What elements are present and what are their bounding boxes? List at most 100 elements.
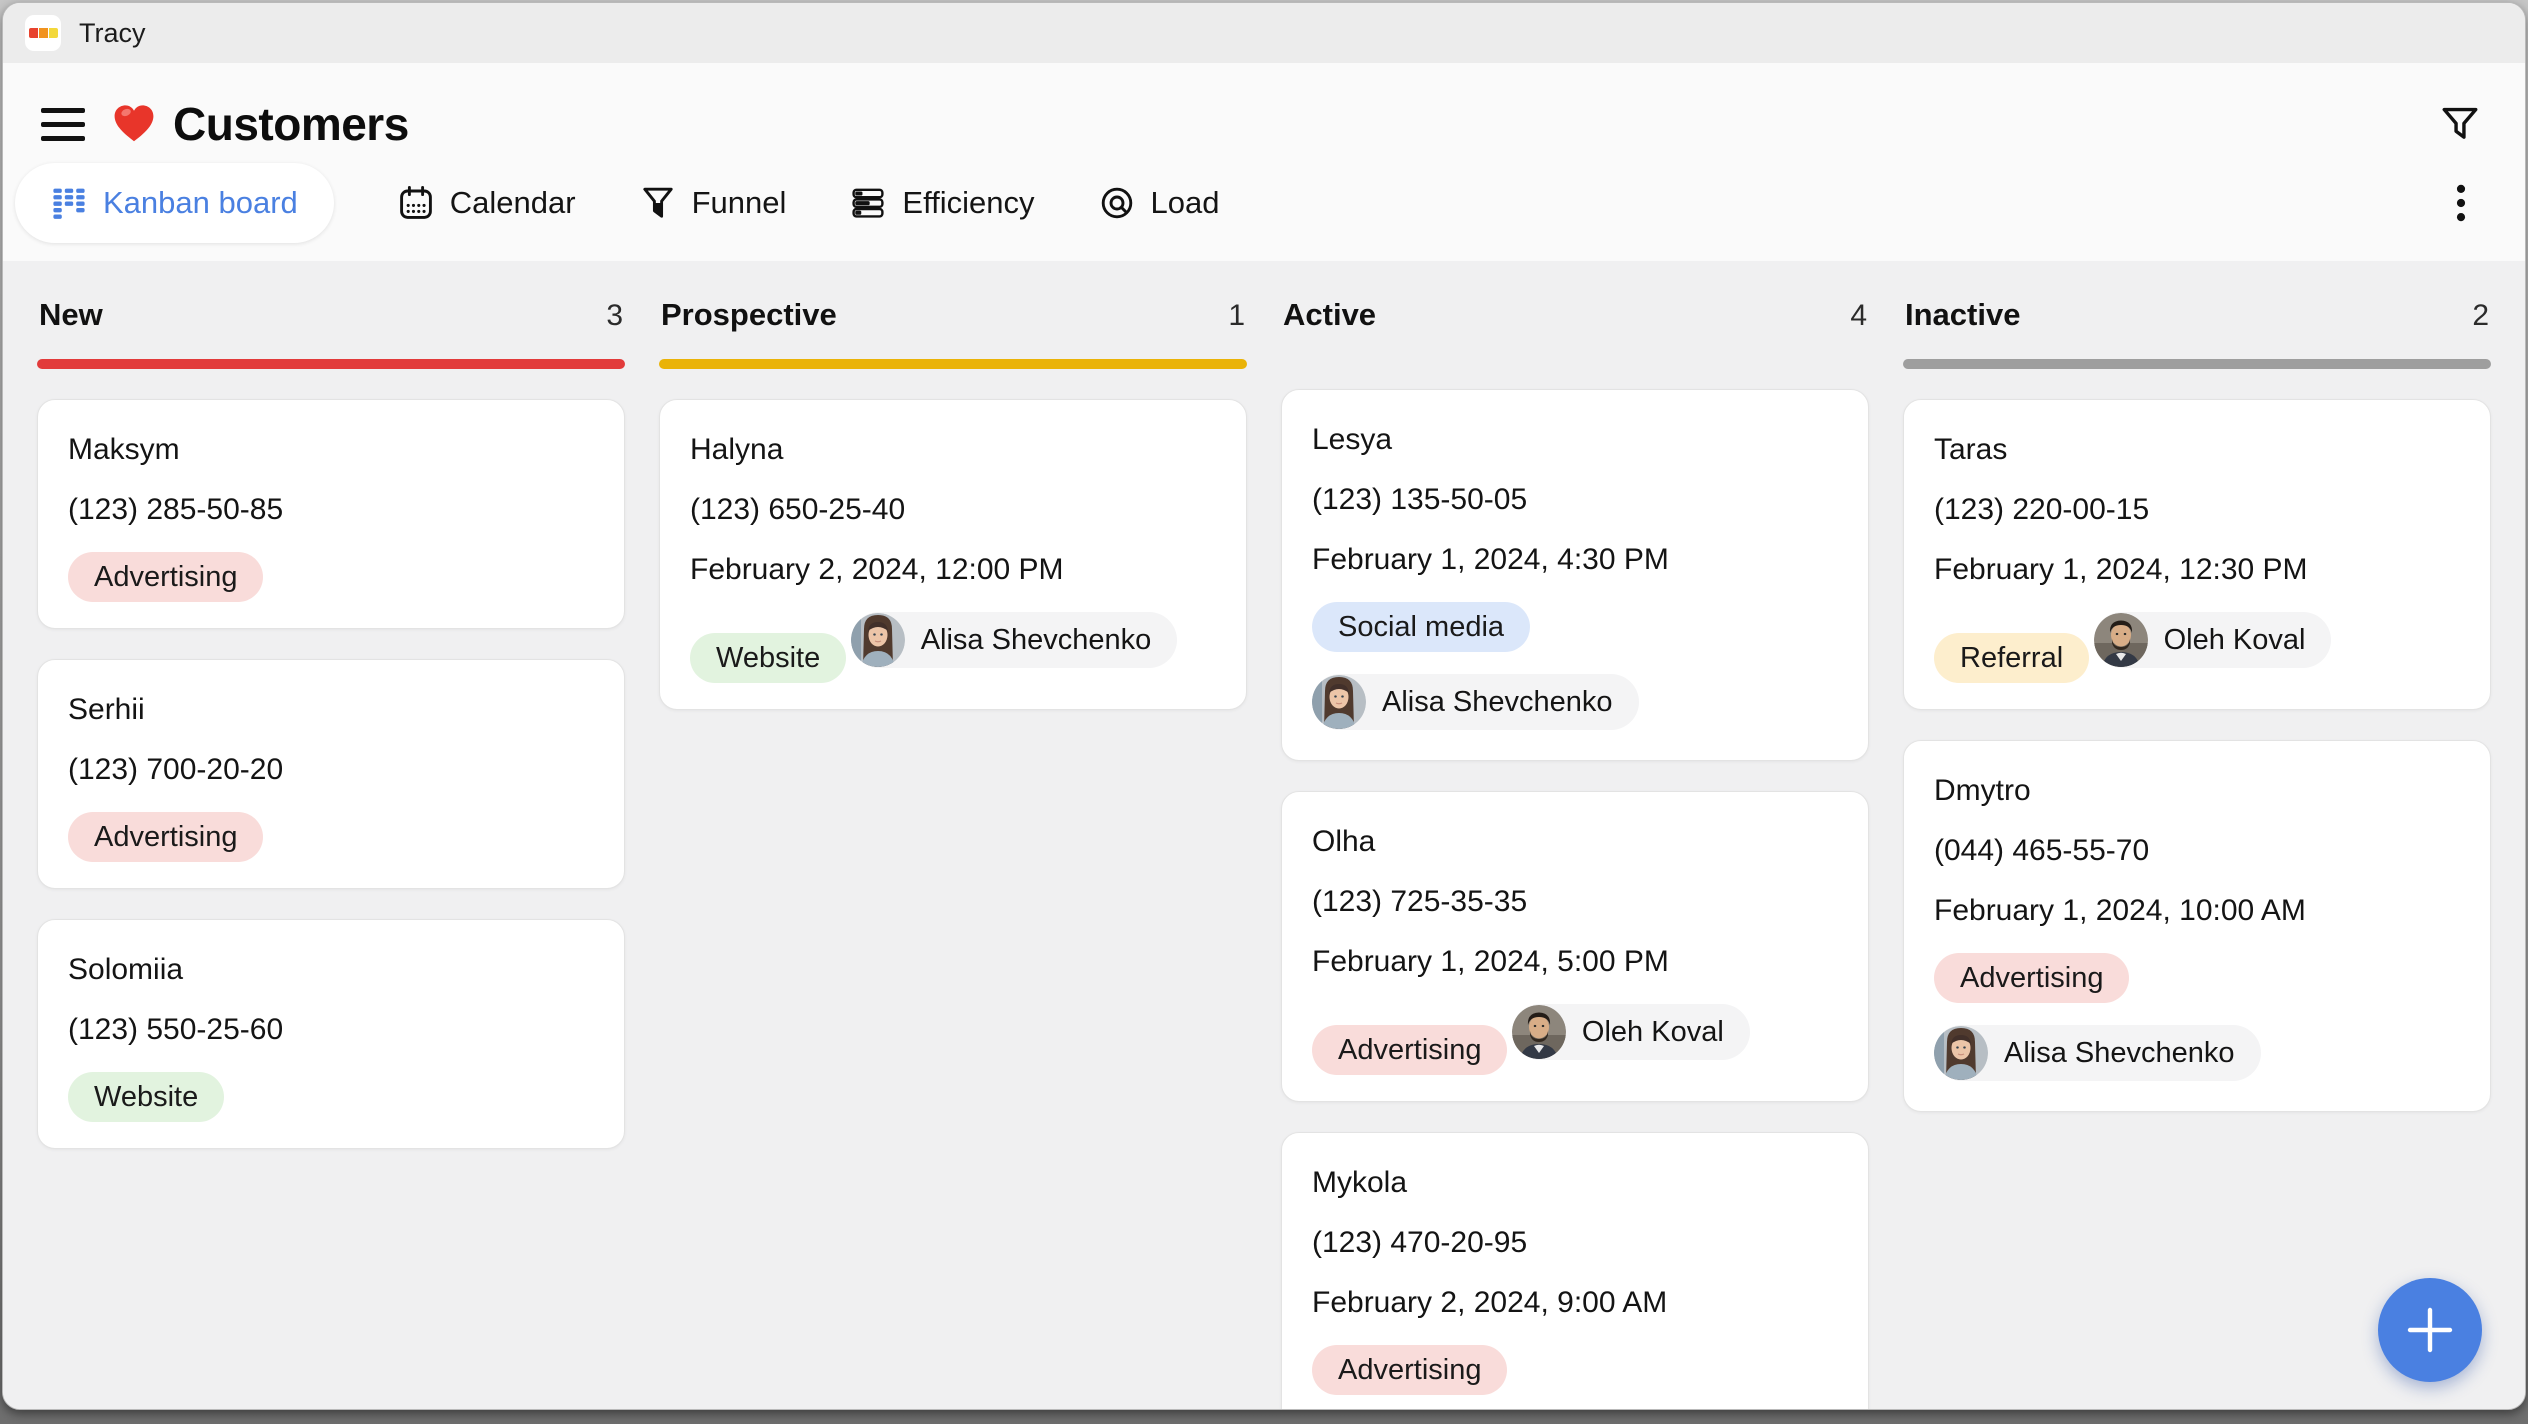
column-name: Prospective — [661, 297, 837, 333]
page-header: Customers — [3, 63, 2525, 159]
tab-label: Load — [1151, 185, 1220, 221]
column-color-bar — [1903, 359, 2491, 369]
app-window: Tracy Customers Kanban board Ca — [2, 2, 2526, 1410]
tab-label: Funnel — [692, 185, 787, 221]
oleh-avatar — [2094, 613, 2148, 667]
customer-card[interactable]: Lesya (123) 135-50-05 February 1, 2024, … — [1281, 389, 1869, 761]
customer-phone: (044) 465-55-70 — [1934, 831, 2460, 871]
customer-name: Lesya — [1312, 420, 1838, 460]
tab-label: Efficiency — [902, 185, 1034, 221]
column-header: Prospective 1 — [659, 297, 1247, 333]
source-tag: Referral — [1934, 633, 2089, 683]
efficiency-icon — [850, 185, 886, 221]
assignee-chip: Oleh Koval — [2094, 612, 2332, 668]
tab-funnel[interactable]: Funnel — [640, 163, 787, 243]
app-name: Tracy — [79, 18, 146, 49]
source-tag: Advertising — [68, 812, 263, 862]
page-title: Customers — [173, 97, 409, 151]
customer-phone: (123) 550-25-60 — [68, 1010, 594, 1050]
customer-card[interactable]: Solomiia (123) 550-25-60 Website — [37, 919, 625, 1149]
customer-datetime: February 1, 2024, 4:30 PM — [1312, 540, 1838, 580]
calendar-icon — [398, 185, 434, 221]
kanban-column-prospective: Prospective 1 Halyna (123) 650-25-40 Feb… — [659, 297, 1247, 1409]
customer-datetime: February 1, 2024, 5:00 PM — [1312, 942, 1838, 982]
tab-label: Kanban board — [103, 185, 298, 221]
customer-phone: (123) 650-25-40 — [690, 490, 1216, 530]
customer-phone: (123) 220-00-15 — [1934, 490, 2460, 530]
column-count: 2 — [2472, 299, 2489, 333]
customer-name: Solomiia — [68, 950, 594, 990]
kanban-column-inactive: Inactive 2 Taras (123) 220-00-15 Februar… — [1903, 297, 2491, 1409]
customer-card[interactable]: Mykola (123) 470-20-95 February 2, 2024,… — [1281, 1132, 1869, 1409]
customer-card[interactable]: Serhii (123) 700-20-20 Advertising — [37, 659, 625, 889]
column-header: New 3 — [37, 297, 625, 333]
heart-icon — [111, 101, 157, 147]
column-count: 3 — [606, 299, 623, 333]
customer-name: Dmytro — [1934, 771, 2460, 811]
tab-kanban-board[interactable]: Kanban board — [15, 163, 334, 243]
kanban-column-active: Active 4 Lesya (123) 135-50-05 February … — [1281, 297, 1869, 1409]
column-name: Active — [1283, 297, 1376, 333]
source-tag: Advertising — [1312, 1345, 1507, 1395]
oleh-avatar — [1512, 1005, 1566, 1059]
column-cards: Halyna (123) 650-25-40 February 2, 2024,… — [659, 399, 1247, 710]
tracy-logo-icon — [25, 15, 61, 51]
view-tabs: Kanban board Calendar Funnel Efficiency … — [3, 159, 2525, 261]
kanban-board: New 3 Maksym (123) 285-50-85 Advertising… — [3, 261, 2525, 1409]
assignee-chip: Alisa Shevchenko — [851, 612, 1178, 668]
customer-phone: (123) 700-20-20 — [68, 750, 594, 790]
column-color-bar — [37, 359, 625, 369]
funnel-filled-icon — [640, 185, 676, 221]
source-tag: Website — [690, 633, 846, 683]
customer-name: Halyna — [690, 430, 1216, 470]
column-cards: Lesya (123) 135-50-05 February 1, 2024, … — [1281, 389, 1869, 1409]
column-count: 4 — [1850, 299, 1867, 333]
titlebar: Tracy — [3, 3, 2525, 63]
customer-card[interactable]: Dmytro (044) 465-55-70 February 1, 2024,… — [1903, 740, 2491, 1112]
tab-calendar[interactable]: Calendar — [398, 163, 576, 243]
column-name: New — [39, 297, 103, 333]
customer-phone: (123) 285-50-85 — [68, 490, 594, 530]
assignee-chip: Alisa Shevchenko — [1312, 674, 1639, 730]
assignee-name: Oleh Koval — [2164, 624, 2306, 657]
tab-efficiency[interactable]: Efficiency — [850, 163, 1034, 243]
customer-card[interactable]: Taras (123) 220-00-15 February 1, 2024, … — [1903, 399, 2491, 710]
customer-card[interactable]: Maksym (123) 285-50-85 Advertising — [37, 399, 625, 629]
assignee-chip: Oleh Koval — [1512, 1004, 1750, 1060]
filter-icon[interactable] — [2439, 103, 2481, 145]
tab-load[interactable]: Load — [1099, 163, 1220, 243]
column-cards: Taras (123) 220-00-15 February 1, 2024, … — [1903, 399, 2491, 1112]
customer-name: Olha — [1312, 822, 1838, 862]
column-header: Active 4 — [1281, 297, 1869, 333]
customer-card[interactable]: Olha (123) 725-35-35 February 1, 2024, 5… — [1281, 791, 1869, 1102]
customer-name: Maksym — [68, 430, 594, 470]
kanban-icon — [51, 185, 87, 221]
assignee-name: Alisa Shevchenko — [2004, 1037, 2235, 1070]
add-customer-button[interactable] — [2378, 1278, 2482, 1382]
source-tag: Social media — [1312, 602, 1530, 652]
alisa-avatar — [851, 613, 905, 667]
tab-label: Calendar — [450, 185, 576, 221]
assignee-name: Alisa Shevchenko — [1382, 686, 1613, 719]
column-header: Inactive 2 — [1903, 297, 2491, 333]
kanban-column-new: New 3 Maksym (123) 285-50-85 Advertising… — [37, 297, 625, 1409]
page-title-wrap: Customers — [111, 97, 409, 151]
column-cards: Maksym (123) 285-50-85 Advertising Serhi… — [37, 399, 625, 1149]
customer-card[interactable]: Halyna (123) 650-25-40 February 2, 2024,… — [659, 399, 1247, 710]
assignee-chip: Alisa Shevchenko — [1934, 1025, 2261, 1081]
load-icon — [1099, 185, 1135, 221]
alisa-avatar — [1312, 675, 1366, 729]
customer-phone: (123) 725-35-35 — [1312, 882, 1838, 922]
customer-name: Mykola — [1312, 1163, 1838, 1203]
customer-name: Serhii — [68, 690, 594, 730]
customer-datetime: February 1, 2024, 10:00 AM — [1934, 891, 2460, 931]
source-tag: Advertising — [1934, 953, 2129, 1003]
assignee-name: Alisa Shevchenko — [921, 624, 1152, 657]
column-name: Inactive — [1905, 297, 2020, 333]
customer-datetime: February 2, 2024, 12:00 PM — [690, 550, 1216, 590]
alisa-avatar — [1934, 1026, 1988, 1080]
source-tag: Advertising — [68, 552, 263, 602]
hamburger-menu-icon[interactable] — [41, 108, 85, 141]
more-options-icon[interactable] — [2441, 181, 2481, 225]
source-tag: Advertising — [1312, 1025, 1507, 1075]
